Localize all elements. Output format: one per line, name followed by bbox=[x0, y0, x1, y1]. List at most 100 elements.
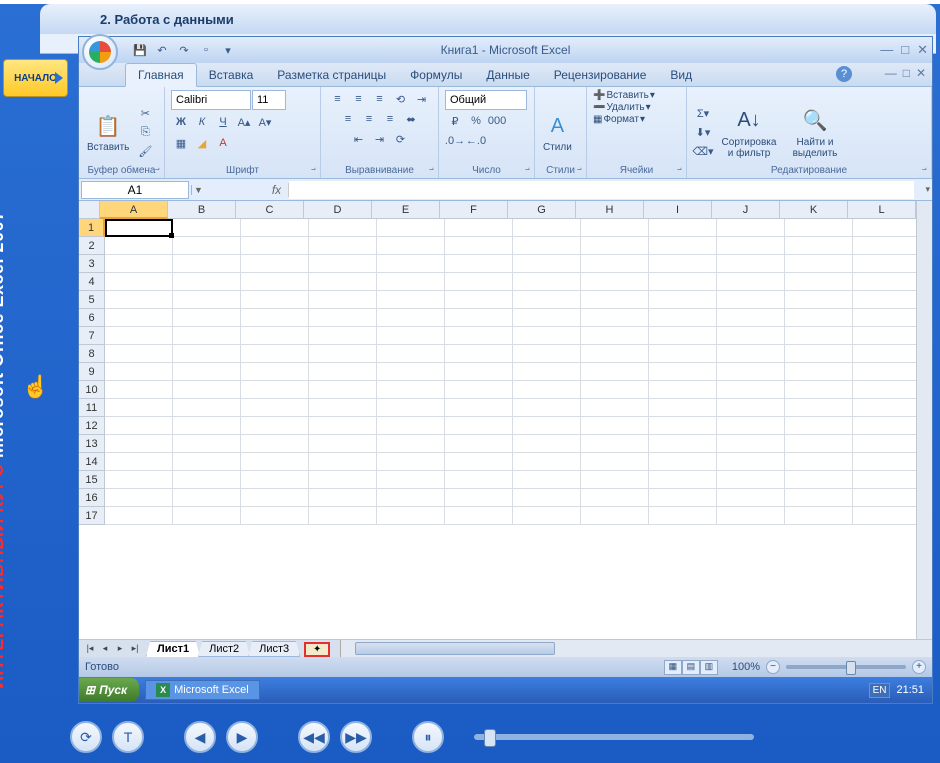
cell[interactable] bbox=[241, 273, 309, 291]
cell[interactable] bbox=[173, 435, 241, 453]
cell[interactable] bbox=[649, 471, 717, 489]
cell[interactable] bbox=[649, 453, 717, 471]
cell[interactable] bbox=[853, 471, 916, 489]
sheet-nav-last-icon[interactable]: ▸| bbox=[128, 642, 142, 656]
new-icon[interactable]: ▫ bbox=[197, 41, 215, 59]
select-all-corner[interactable] bbox=[79, 201, 100, 219]
cell[interactable] bbox=[377, 291, 445, 309]
cell[interactable] bbox=[309, 219, 377, 237]
row-header-8[interactable]: 8 bbox=[79, 345, 105, 363]
col-header-L[interactable]: L bbox=[848, 201, 916, 219]
cell[interactable] bbox=[717, 219, 785, 237]
sheet-nav-first-icon[interactable]: |◂ bbox=[83, 642, 97, 656]
cell[interactable] bbox=[785, 327, 853, 345]
cell[interactable] bbox=[649, 507, 717, 525]
cell[interactable] bbox=[513, 435, 581, 453]
pb-next-icon[interactable]: ▶ bbox=[226, 721, 258, 753]
cell[interactable] bbox=[581, 471, 649, 489]
cell[interactable] bbox=[377, 327, 445, 345]
autosum-icon[interactable]: Σ▾ bbox=[693, 105, 713, 123]
cell[interactable] bbox=[105, 471, 173, 489]
cut-icon[interactable]: ✂ bbox=[135, 105, 155, 123]
cell[interactable] bbox=[853, 327, 916, 345]
doc-close-icon[interactable]: ✕ bbox=[916, 66, 926, 80]
cell[interactable] bbox=[377, 471, 445, 489]
cell[interactable] bbox=[513, 471, 581, 489]
cell[interactable] bbox=[105, 255, 173, 273]
pb-prev-icon[interactable]: ◀ bbox=[184, 721, 216, 753]
start-button-win[interactable]: ⊞ Пуск bbox=[79, 678, 139, 702]
cell[interactable] bbox=[377, 417, 445, 435]
merge-icon[interactable]: ⬌ bbox=[401, 110, 421, 128]
percent-icon[interactable]: % bbox=[466, 112, 486, 130]
cell[interactable] bbox=[785, 255, 853, 273]
cell[interactable] bbox=[649, 435, 717, 453]
doc-minimize-icon[interactable]: — bbox=[885, 66, 897, 80]
tab-layout[interactable]: Разметка страницы bbox=[265, 64, 398, 86]
cell[interactable] bbox=[717, 489, 785, 507]
cell[interactable] bbox=[173, 417, 241, 435]
cell[interactable] bbox=[309, 417, 377, 435]
cell[interactable] bbox=[445, 471, 513, 489]
cell[interactable] bbox=[377, 489, 445, 507]
tab-insert[interactable]: Вставка bbox=[197, 64, 266, 86]
cell[interactable] bbox=[513, 327, 581, 345]
cell[interactable] bbox=[649, 381, 717, 399]
cell[interactable] bbox=[445, 327, 513, 345]
view-normal-icon[interactable]: ▦ bbox=[664, 660, 682, 675]
font-name-select[interactable] bbox=[171, 90, 251, 110]
cell[interactable] bbox=[785, 291, 853, 309]
cell[interactable] bbox=[105, 291, 173, 309]
cell[interactable] bbox=[309, 471, 377, 489]
cell[interactable] bbox=[105, 453, 173, 471]
cell[interactable] bbox=[241, 327, 309, 345]
pb-text-icon[interactable]: T bbox=[112, 721, 144, 753]
cell[interactable] bbox=[717, 471, 785, 489]
border-icon[interactable]: ▦ bbox=[171, 134, 191, 152]
orientation2-icon[interactable]: ⟳ bbox=[391, 130, 411, 148]
cell[interactable] bbox=[445, 273, 513, 291]
bold-icon[interactable]: Ж bbox=[171, 113, 191, 131]
cell[interactable] bbox=[513, 309, 581, 327]
col-header-H[interactable]: H bbox=[576, 201, 644, 219]
cell[interactable] bbox=[105, 435, 173, 453]
cell[interactable] bbox=[649, 417, 717, 435]
indent-dec-icon[interactable]: ⇤ bbox=[349, 130, 369, 148]
row-header-10[interactable]: 10 bbox=[79, 381, 105, 399]
vertical-scrollbar[interactable] bbox=[916, 201, 932, 639]
align-center-icon[interactable]: ≡ bbox=[359, 110, 379, 128]
cell[interactable] bbox=[513, 237, 581, 255]
cell[interactable] bbox=[105, 345, 173, 363]
col-header-G[interactable]: G bbox=[508, 201, 576, 219]
cell[interactable] bbox=[445, 219, 513, 237]
cell[interactable] bbox=[785, 345, 853, 363]
cell[interactable] bbox=[241, 507, 309, 525]
cell[interactable] bbox=[105, 309, 173, 327]
italic-icon[interactable]: К bbox=[192, 113, 212, 131]
inc-decimal-icon[interactable]: .0→ bbox=[445, 132, 465, 150]
cell[interactable] bbox=[853, 453, 916, 471]
cell[interactable] bbox=[241, 219, 309, 237]
cell[interactable] bbox=[105, 219, 173, 237]
cell[interactable] bbox=[649, 237, 717, 255]
cell[interactable] bbox=[105, 507, 173, 525]
col-header-E[interactable]: E bbox=[372, 201, 440, 219]
copy-icon[interactable]: ⎘ bbox=[135, 124, 155, 142]
cell[interactable] bbox=[309, 255, 377, 273]
row-header-6[interactable]: 6 bbox=[79, 309, 105, 327]
cell[interactable] bbox=[173, 381, 241, 399]
cell[interactable] bbox=[445, 255, 513, 273]
cell[interactable] bbox=[309, 273, 377, 291]
cell[interactable] bbox=[581, 255, 649, 273]
cell[interactable] bbox=[853, 417, 916, 435]
row-header-17[interactable]: 17 bbox=[79, 507, 105, 525]
col-header-J[interactable]: J bbox=[712, 201, 780, 219]
sheet-nav-next-icon[interactable]: ▸ bbox=[113, 642, 127, 656]
align-middle-icon[interactable]: ≡ bbox=[349, 90, 369, 108]
row-header-5[interactable]: 5 bbox=[79, 291, 105, 309]
horizontal-scrollbar[interactable] bbox=[340, 640, 932, 657]
cell[interactable] bbox=[105, 489, 173, 507]
cell[interactable] bbox=[581, 507, 649, 525]
cell[interactable] bbox=[105, 273, 173, 291]
cell[interactable] bbox=[377, 435, 445, 453]
